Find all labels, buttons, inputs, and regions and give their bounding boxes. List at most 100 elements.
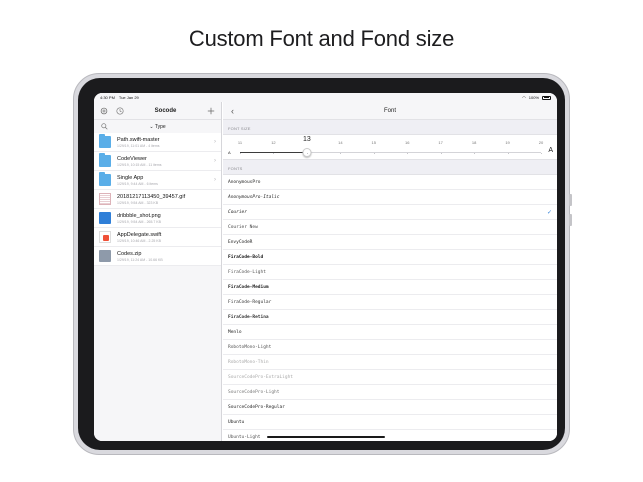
file-row[interactable]: Codes.zip 1/29/19, 11:24 AM - 10.66 KB [94, 247, 221, 266]
font-row[interactable]: Menlo [223, 325, 557, 340]
size-tick-mark [340, 153, 342, 154]
chevron-right-icon: › [214, 177, 216, 183]
sort-bar: ⌄ Type [94, 120, 221, 133]
file-meta: 1/29/19, 9:54 AM - 265.7 KB [117, 219, 161, 224]
size-tick-label: 14 [338, 140, 343, 145]
font-row[interactable]: FiraCode-Medium [223, 280, 557, 295]
small-a-label: A [228, 150, 231, 155]
folder-icon [99, 172, 111, 186]
font-row[interactable]: FiraCode-Regular [223, 295, 557, 310]
chevron-left-icon[interactable]: ‹ [231, 106, 234, 116]
clock-icon[interactable] [115, 106, 125, 116]
png-file-icon [99, 212, 111, 224]
size-tick-mark [273, 153, 275, 154]
size-tick-label: 16 [404, 140, 410, 145]
size-tick-mark [440, 153, 442, 154]
font-row[interactable]: EnvyCodeR [223, 235, 557, 250]
font-row[interactable]: FiraCode-Bold [223, 250, 557, 265]
file-row[interactable]: Path.swift-master 1/29/19, 11:01 AM - 4 i… [94, 133, 221, 152]
chevron-down-icon: ⌄ [149, 123, 154, 130]
chevron-right-icon: › [214, 139, 216, 145]
file-meta: 1/29/19, 11:24 AM - 10.66 KB [117, 257, 163, 262]
gear-icon[interactable] [99, 106, 109, 116]
font-name: Courier New [228, 224, 258, 230]
file-row[interactable]: AppDelegate.swift 1/29/19, 10:46 AM - 2.2… [94, 228, 221, 247]
file-name: AppDelegate.swift [117, 231, 162, 238]
fonts-header: FONTS [228, 166, 243, 171]
font-row[interactable]: SourceCodePro-Light [223, 385, 557, 400]
font-name: FiraCode-Medium [228, 284, 269, 290]
font-name: FiraCode-Light [228, 269, 266, 275]
sort-type-button[interactable]: ⌄ Type [94, 124, 221, 130]
size-tick-mark [306, 153, 308, 154]
chevron-right-icon: › [214, 158, 216, 164]
font-settings-panel: ‹ Font FONT SIZE A A 11 12 13 14 15 16 17 18 19 2… [223, 102, 557, 441]
battery-icon [542, 95, 551, 100]
file-name: CodeViewer [117, 155, 147, 162]
size-tick-mark [407, 153, 409, 154]
size-tick-label: 15 [371, 140, 376, 145]
size-tick-label: 17 [438, 140, 443, 145]
file-meta: 1/29/19, 10:46 AM - 2.25 KB [117, 238, 161, 243]
font-name: RobotoMono-Thin [228, 359, 269, 365]
size-tick-mark [474, 153, 476, 154]
file-row[interactable]: 20181217113450_39457.gif 1/29/19, 9:54 AM… [94, 190, 221, 209]
font-list: AnonymousPro AnonymousPro-Italic Courier ✓ C… [223, 174, 557, 441]
ipad-device-frame: 4:30 PM Tue Jan 29 ◠ 100% Socode ⌄ Type … [73, 73, 572, 455]
status-date: Tue Jan 29 [118, 95, 139, 100]
font-row[interactable]: Courier New [223, 220, 557, 235]
zip-file-icon [99, 250, 111, 262]
file-name: Single App [117, 174, 144, 181]
headline: Custom Font and Fond size [188, 26, 455, 51]
file-meta: 1/29/19, 11:01 AM - 4 items [117, 143, 160, 148]
file-text: Path.swift-master 1/29/19, 11:01 AM - 4 i… [117, 137, 214, 148]
font-row[interactable]: FiraCode-Retina [223, 310, 557, 325]
status-bar: 4:30 PM Tue Jan 29 ◠ 100% [94, 93, 557, 102]
file-sidebar: Socode ⌄ Type Path.swift-master 1/29/19, … [94, 102, 222, 441]
font-size-slider-box: A A 11 12 13 14 15 16 17 18 19 20 [223, 134, 557, 160]
font-name: FiraCode-Bold [228, 254, 264, 260]
size-tick-label: 11 [237, 140, 243, 145]
font-name: Menlo [228, 329, 242, 335]
wifi-icon: ◠ [522, 95, 526, 100]
font-name: FiraCode-Retina [228, 314, 269, 320]
file-row[interactable]: CodeViewer 1/29/19, 10:15 AM - 11 items › [94, 152, 221, 171]
file-text: CodeViewer 1/29/19, 10:15 AM - 11 items [117, 156, 214, 167]
font-name: SourceCodePro-Regular [228, 404, 285, 410]
size-tick-label: 19 [505, 140, 510, 145]
font-row[interactable]: Ubuntu [223, 415, 557, 430]
volume-button [569, 214, 572, 226]
size-tick-mark [507, 153, 509, 154]
font-row[interactable]: AnonymousPro-Italic [223, 190, 557, 205]
sidebar-title: Socode [154, 107, 177, 114]
font-name: AnonymousPro-Italic [228, 194, 280, 200]
font-row[interactable]: AnonymousPro [223, 175, 557, 190]
detail-nav-bar: ‹ Font [223, 102, 557, 120]
font-size-header: FONT SIZE [228, 126, 251, 131]
font-name: RobotoMono-Light [228, 344, 272, 350]
file-text: AppDelegate.swift 1/29/19, 10:46 AM - 2.2… [117, 232, 216, 243]
file-name: Path.swift-master [117, 136, 160, 143]
file-row[interactable]: Single App 1/29/19, 9:44 AM - 6 items › [94, 171, 221, 190]
font-row[interactable]: SourceCodePro-ExtraLight [223, 370, 557, 385]
sort-type-label: Type [154, 123, 166, 130]
file-row[interactable]: dribbble_shot.png 1/29/19, 9:54 AM - 265.… [94, 209, 221, 228]
font-name: Courier [228, 209, 247, 215]
font-row[interactable]: RobotoMono-Thin [223, 355, 557, 370]
status-time: 4:30 PM [100, 95, 115, 100]
file-name: dribbble_shot.png [117, 212, 161, 219]
font-row[interactable]: FiraCode-Light [223, 265, 557, 280]
font-row[interactable]: SourceCodePro-Regular [223, 400, 557, 415]
swift-file-icon [99, 231, 111, 243]
size-tick-label: 12 [271, 140, 276, 145]
plus-icon[interactable] [206, 106, 216, 116]
folder-icon [99, 153, 111, 167]
size-tick-label: 20 [538, 140, 544, 145]
detail-title: Font [383, 107, 396, 114]
file-text: Single App 1/29/19, 9:44 AM - 6 items [117, 175, 214, 186]
screen: 4:30 PM Tue Jan 29 ◠ 100% Socode ⌄ Type … [94, 93, 557, 441]
font-row[interactable]: Courier ✓ [223, 205, 557, 220]
home-indicator [266, 436, 385, 438]
font-row[interactable]: RobotoMono-Light [223, 340, 557, 355]
file-name: Codes.zip [117, 250, 142, 257]
